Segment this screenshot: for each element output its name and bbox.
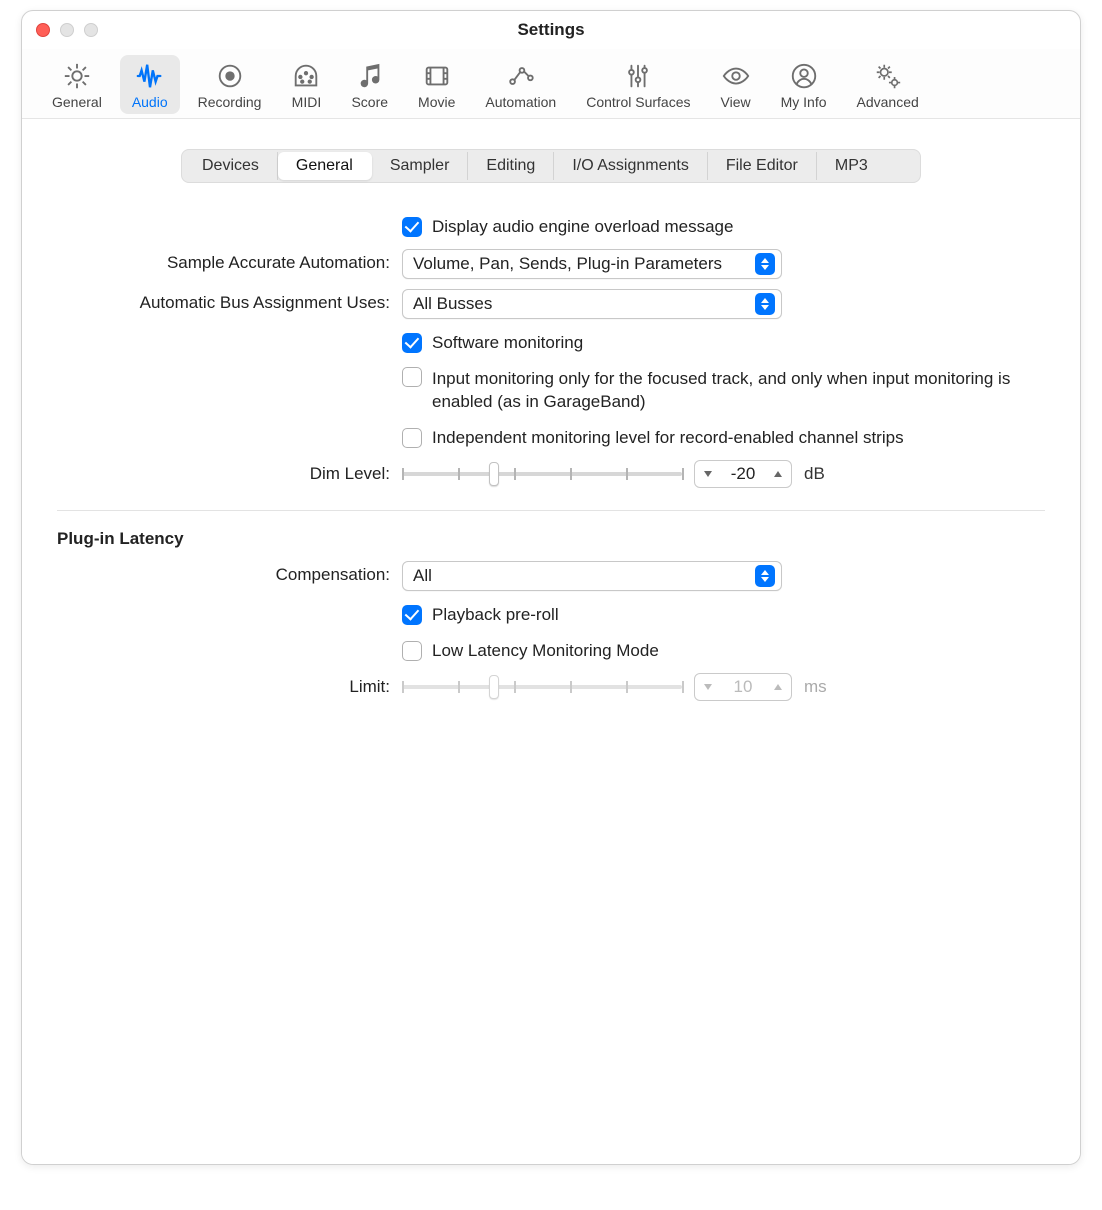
music-note-icon bbox=[355, 61, 385, 91]
toolbar-label: View bbox=[721, 94, 751, 110]
minimize-icon[interactable] bbox=[60, 23, 74, 37]
select-value: Volume, Pan, Sends, Plug-in Parameters bbox=[413, 254, 755, 274]
toolbar-label: Movie bbox=[418, 94, 455, 110]
toolbar: General Audio Recording MIDI bbox=[22, 49, 1080, 119]
stepper-down-icon[interactable] bbox=[695, 471, 721, 477]
select-sample-accurate[interactable]: Volume, Pan, Sends, Plug-in Parameters bbox=[402, 249, 782, 279]
select-value: All Busses bbox=[413, 294, 755, 314]
toolbar-movie[interactable]: Movie bbox=[406, 55, 467, 114]
gear-icon bbox=[62, 61, 92, 91]
toolbar-label: Audio bbox=[132, 94, 168, 110]
curve-icon bbox=[506, 61, 536, 91]
zoom-icon[interactable] bbox=[84, 23, 98, 37]
checkbox-display-overload[interactable] bbox=[402, 217, 422, 237]
subtab-io-assignments[interactable]: I/O Assignments bbox=[554, 152, 708, 180]
section-title-latency: Plug-in Latency bbox=[57, 529, 1045, 549]
titlebar: Settings bbox=[22, 11, 1080, 49]
toolbar-control-surfaces[interactable]: Control Surfaces bbox=[574, 55, 702, 114]
select-compensation[interactable]: All bbox=[402, 561, 782, 591]
label-software-monitoring: Software monitoring bbox=[432, 329, 583, 355]
checkbox-input-monitoring-focused[interactable] bbox=[402, 367, 422, 387]
content-area: Devices General Sampler Editing I/O Assi… bbox=[22, 119, 1080, 1164]
toolbar-advanced[interactable]: Advanced bbox=[845, 55, 931, 114]
toolbar-label: Control Surfaces bbox=[586, 94, 690, 110]
settings-window: Settings General Audio Recording bbox=[21, 10, 1081, 1165]
waveform-icon bbox=[135, 61, 165, 91]
updown-icon bbox=[755, 293, 775, 315]
divider bbox=[57, 510, 1045, 511]
gears-icon bbox=[873, 61, 903, 91]
label-sample-accurate: Sample Accurate Automation: bbox=[57, 249, 402, 273]
record-icon bbox=[215, 61, 245, 91]
toolbar-label: Automation bbox=[485, 94, 556, 110]
subtab-mp3[interactable]: MP3 bbox=[817, 152, 886, 180]
toolbar-general[interactable]: General bbox=[40, 55, 114, 114]
toolbar-label: Score bbox=[351, 94, 388, 110]
stepper-up-icon bbox=[765, 684, 791, 690]
label-display-overload: Display audio engine overload message bbox=[432, 213, 733, 239]
midi-icon bbox=[291, 61, 321, 91]
film-icon bbox=[422, 61, 452, 91]
checkbox-playback-preroll[interactable] bbox=[402, 605, 422, 625]
label-independent-monitoring: Independent monitoring level for record-… bbox=[432, 424, 904, 450]
close-icon[interactable] bbox=[36, 23, 50, 37]
slider-limit[interactable] bbox=[402, 677, 682, 697]
stepper-value: 10 bbox=[721, 677, 765, 697]
slider-dim-level[interactable] bbox=[402, 464, 682, 484]
stepper-value: -20 bbox=[721, 464, 765, 484]
unit-ms: ms bbox=[804, 677, 827, 697]
subtabs: Devices General Sampler Editing I/O Assi… bbox=[181, 149, 921, 183]
label-compensation: Compensation: bbox=[57, 561, 402, 585]
checkbox-independent-monitoring[interactable] bbox=[402, 428, 422, 448]
checkbox-low-latency[interactable] bbox=[402, 641, 422, 661]
toolbar-audio[interactable]: Audio bbox=[120, 55, 180, 114]
subtab-general[interactable]: General bbox=[278, 152, 372, 180]
stepper-up-icon[interactable] bbox=[765, 471, 791, 477]
eye-icon bbox=[721, 61, 751, 91]
toolbar-view[interactable]: View bbox=[709, 55, 763, 114]
window-title: Settings bbox=[517, 20, 584, 40]
toolbar-label: Recording bbox=[198, 94, 262, 110]
toolbar-automation[interactable]: Automation bbox=[473, 55, 568, 114]
stepper-dim-level[interactable]: -20 bbox=[694, 460, 792, 488]
user-icon bbox=[789, 61, 819, 91]
toolbar-label: MIDI bbox=[292, 94, 322, 110]
label-dim-level: Dim Level: bbox=[57, 460, 402, 484]
stepper-limit: 10 bbox=[694, 673, 792, 701]
toolbar-my-info[interactable]: My Info bbox=[769, 55, 839, 114]
subtab-devices[interactable]: Devices bbox=[184, 152, 278, 180]
label-limit: Limit: bbox=[57, 673, 402, 697]
unit-db: dB bbox=[804, 464, 825, 484]
updown-icon bbox=[755, 253, 775, 275]
updown-icon bbox=[755, 565, 775, 587]
toolbar-midi[interactable]: MIDI bbox=[279, 55, 333, 114]
label-playback-preroll: Playback pre-roll bbox=[432, 601, 559, 627]
checkbox-software-monitoring[interactable] bbox=[402, 333, 422, 353]
window-controls bbox=[36, 23, 98, 37]
label-input-monitoring-focused: Input monitoring only for the focused tr… bbox=[432, 365, 1022, 414]
select-bus-assignment[interactable]: All Busses bbox=[402, 289, 782, 319]
toolbar-recording[interactable]: Recording bbox=[186, 55, 274, 114]
toolbar-label: My Info bbox=[781, 94, 827, 110]
select-value: All bbox=[413, 566, 755, 586]
subtab-sampler[interactable]: Sampler bbox=[372, 152, 469, 180]
toolbar-label: General bbox=[52, 94, 102, 110]
toolbar-label: Advanced bbox=[857, 94, 919, 110]
sliders-icon bbox=[623, 61, 653, 91]
toolbar-score[interactable]: Score bbox=[339, 55, 400, 114]
subtab-editing[interactable]: Editing bbox=[468, 152, 554, 180]
label-low-latency: Low Latency Monitoring Mode bbox=[432, 637, 659, 663]
stepper-down-icon bbox=[695, 684, 721, 690]
subtab-file-editor[interactable]: File Editor bbox=[708, 152, 817, 180]
label-bus-assignment: Automatic Bus Assignment Uses: bbox=[57, 289, 402, 313]
form-audio-general: Display audio engine overload message Sa… bbox=[57, 213, 1045, 701]
